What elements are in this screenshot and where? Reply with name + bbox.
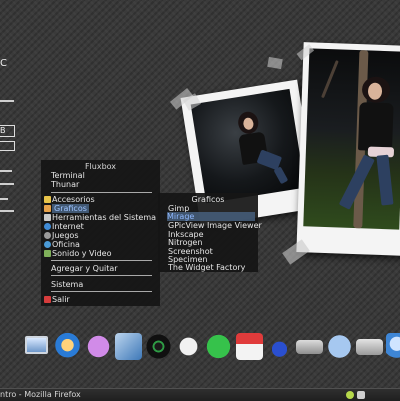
photo-image: [303, 48, 400, 230]
tree-branch: [321, 60, 339, 99]
person-legs: [376, 154, 394, 206]
terminal-icon[interactable]: [296, 333, 323, 360]
system-tools-icon: [44, 214, 51, 221]
exit-icon: [44, 296, 51, 303]
chat-icon[interactable]: [85, 333, 112, 360]
internet-icon: [44, 223, 51, 230]
play-icon[interactable]: [205, 333, 232, 360]
menu-item-agregar-y-quitar[interactable]: Agregar y Quitar: [51, 264, 118, 273]
monitor-box-label: B: [0, 126, 6, 135]
gamepad-icon[interactable]: [175, 333, 202, 360]
submenu-item-nitrogen[interactable]: Nitrogen: [168, 238, 202, 247]
graficos-submenu: Graficos Gimp Mirage GPicView Image View…: [158, 193, 262, 272]
monitor-box: [0, 141, 15, 151]
computer-icon[interactable]: [23, 333, 50, 360]
application-dock: [0, 333, 400, 367]
monitor-bar: [0, 198, 8, 200]
submenu-title: Graficos: [191, 195, 225, 204]
menu-item-thunar[interactable]: Thunar: [51, 180, 79, 189]
gnome-foot-icon[interactable]: [266, 333, 293, 360]
monitor-bar: [0, 100, 14, 102]
submenu-item-widget-factory[interactable]: The Widget Factory: [168, 263, 245, 272]
taskbar: ntro - Mozilla Firefox: [0, 388, 400, 401]
games-icon: [44, 232, 51, 239]
person-legs: [273, 166, 289, 185]
drive-icon[interactable]: [356, 333, 383, 360]
tape-strip: [267, 56, 283, 70]
image-viewer-icon[interactable]: [115, 333, 142, 360]
menu-separator: [51, 291, 152, 292]
menu-item-juegos[interactable]: Juegos: [44, 231, 79, 240]
office-icon: [44, 241, 51, 248]
multimedia-icon: [44, 250, 51, 257]
menu-item-graficos[interactable]: Graficos: [44, 204, 89, 213]
accessories-icon: [44, 196, 51, 203]
menu-item-herramientas[interactable]: Herramientas del Sistema: [44, 213, 156, 222]
submenu-item-mirage[interactable]: Mirage: [167, 212, 255, 221]
monitor-bar: [0, 170, 12, 172]
menu-item-internet[interactable]: Internet: [44, 222, 84, 231]
tray-icon[interactable]: [346, 391, 354, 399]
menu-item-salir[interactable]: Salir: [44, 295, 70, 304]
tray-icon[interactable]: [357, 391, 365, 399]
menu-item-oficina[interactable]: Oficina: [44, 240, 80, 249]
person-body: [357, 102, 394, 152]
menu-item-accesorios[interactable]: Accesorios: [44, 195, 95, 204]
network-icon[interactable]: [54, 333, 81, 360]
menu-separator: [51, 275, 152, 276]
photo-image: [190, 88, 306, 204]
web-browser-icon[interactable]: [386, 333, 400, 360]
media-disc-icon[interactable]: [145, 333, 172, 360]
polaroid-photo-tree: [296, 42, 400, 256]
menu-title: Fluxbox: [84, 162, 117, 171]
submenu-item-gpicview[interactable]: GPicView Image Viewer: [168, 221, 262, 230]
taskbar-window-title[interactable]: ntro - Mozilla Firefox: [0, 389, 81, 401]
fluxbox-root-menu: Fluxbox Terminal Thunar Accesorios Grafi…: [41, 160, 160, 306]
network-globe-icon[interactable]: [326, 333, 353, 360]
graphics-icon: [44, 205, 51, 212]
menu-item-sonido-y-video[interactable]: Sonido y Video: [44, 249, 111, 258]
menu-item-terminal[interactable]: Terminal: [51, 171, 85, 180]
calendar-icon[interactable]: [236, 333, 263, 360]
monitor-header-text: C: [0, 58, 7, 69]
menu-separator: [51, 192, 152, 193]
menu-item-sistema[interactable]: Sistema: [51, 280, 83, 289]
menu-separator: [51, 260, 152, 261]
monitor-bar: [0, 183, 14, 185]
monitor-bar: [0, 210, 14, 212]
